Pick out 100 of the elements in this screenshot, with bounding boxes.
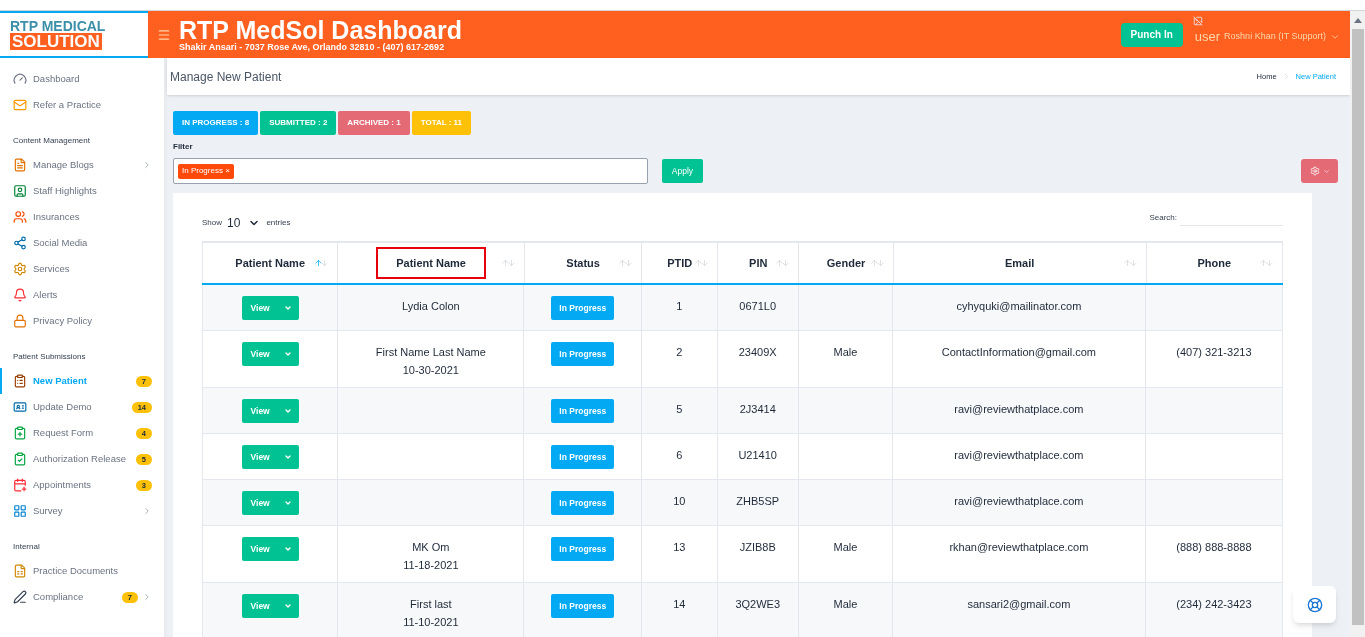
status-badge: In Progress (551, 342, 615, 366)
sort-icon (694, 257, 709, 269)
broken-image-icon (1192, 16, 1203, 26)
table-cell-text: Lydia Colon (402, 299, 460, 314)
menu-icon[interactable] (157, 27, 171, 42)
table-cell-text: (888) 888-8888 (1176, 540, 1252, 555)
column-header[interactable]: Patient Name (202, 243, 338, 283)
clipboard-icon (13, 374, 27, 388)
table-cell-text: U21410 (738, 448, 777, 463)
settings-icon (1309, 166, 1320, 176)
table-cell-text: cyhyquki@mailinator.com (956, 299, 1082, 314)
sort-icon (1122, 257, 1138, 269)
status-badge: In Progress (551, 594, 615, 618)
table-cell-text: Male (833, 345, 858, 360)
sidebar-item[interactable]: Refer a Practice (0, 92, 164, 118)
table-cell-text: First Name Last Name (375, 345, 486, 360)
people-icon (13, 210, 27, 224)
sidebar-item[interactable]: Staff Highlights (0, 178, 164, 204)
section-heading: Patient Submissions (12, 351, 87, 363)
spreadsheet-icon (13, 564, 27, 578)
pen-icon (13, 590, 27, 604)
logo: RTP MEDICAL SOLUTION (0, 11, 148, 58)
table-cell-text: 2J3414 (739, 402, 776, 417)
sidebar-item[interactable]: Practice Documents (0, 558, 164, 584)
settings-dropdown-button[interactable] (1301, 159, 1338, 183)
table-cell-text: sansari2@gmail.com (967, 597, 1071, 612)
sort-icon (314, 257, 330, 269)
page-title: Manage New Patient (170, 68, 282, 86)
grid-icon (13, 504, 27, 518)
sidebar-item[interactable]: Alerts (0, 282, 164, 308)
status-badge: In Progress (551, 537, 615, 561)
column-header[interactable]: PIN (717, 243, 799, 283)
column-header[interactable]: PTID (641, 243, 717, 283)
table-cell-text: First last (410, 597, 452, 612)
sort-icon (775, 257, 791, 269)
life-buoy-icon (1306, 596, 1323, 613)
gear-icon (13, 262, 27, 276)
table-cell-text: 23409X (738, 345, 777, 360)
status-count-badge[interactable]: ARCHIVED : 1 (338, 111, 410, 135)
filter-field[interactable]: In Progress × (173, 158, 648, 184)
share-icon (13, 236, 27, 250)
envelope-icon (13, 98, 27, 112)
table-cell-text: ravi@reviewthatplace.com (954, 448, 1084, 463)
status-badge: In Progress (551, 399, 615, 423)
status-badge: In Progress (551, 296, 615, 320)
status-badge: In Progress (551, 491, 615, 515)
table-cell-text: 13 (673, 540, 686, 555)
calendar-icon (13, 478, 27, 492)
sort-icon (869, 257, 885, 269)
scrollbar[interactable] (1350, 11, 1365, 637)
table-cell-text: 6 (676, 448, 683, 463)
table-cell-text: 11-18-2021 (403, 558, 459, 573)
gauge-icon (13, 72, 27, 86)
column-header[interactable]: Gender (798, 243, 893, 283)
bell-icon (13, 288, 27, 302)
table-cell-text: 3Q2WE3 (735, 597, 780, 612)
sidebar-item[interactable]: Manage Blogs (0, 152, 164, 178)
lock-icon (13, 314, 27, 328)
person-icon (13, 184, 27, 198)
document-icon (13, 158, 27, 172)
column-header[interactable]: Status (523, 243, 642, 283)
table-cell-text: (234) 242-3423 (1176, 597, 1252, 612)
table-cell-text: (407) 321-3213 (1176, 345, 1252, 360)
status-badge: In Progress (551, 445, 615, 469)
section-heading: Content Management (12, 135, 91, 147)
sidebar-item[interactable]: Privacy Policy (0, 308, 164, 334)
caret-icon (283, 350, 292, 358)
filter-tag[interactable]: In Progress × (178, 163, 234, 179)
help-button[interactable] (1293, 586, 1336, 623)
entries-select[interactable]: 10 (227, 214, 261, 232)
clipboard-check-icon (13, 452, 27, 466)
caret-icon (1322, 167, 1330, 175)
search-label: Search: (1149, 212, 1177, 224)
table-cell-text: Male (833, 597, 858, 612)
table-cell-text: 0671L0 (739, 299, 777, 314)
id-card-icon (13, 400, 27, 414)
caret-icon (283, 499, 292, 507)
table-cell-text: MK Om (412, 540, 450, 555)
caret-icon (283, 453, 292, 461)
table-cell-text: Male (833, 540, 858, 555)
table-cell-text: rkhan@reviewthatplace.com (949, 540, 1089, 555)
sidebar-item[interactable]: Social Media (0, 230, 164, 256)
sidebar-item[interactable]: Services (0, 256, 164, 282)
caret-icon (283, 602, 292, 610)
sort-icon (618, 257, 634, 269)
table-cell-text: ravi@reviewthatplace.com (954, 402, 1084, 417)
table-cell-text: 1 (676, 299, 683, 314)
column-header[interactable]: Phone (1145, 243, 1283, 283)
section-heading: Internal (12, 541, 41, 553)
sort-icon (1259, 257, 1274, 269)
column-header[interactable]: Email (892, 243, 1146, 283)
sidebar-item[interactable]: Dashboard (0, 66, 164, 92)
filter-label: Filter (173, 141, 194, 153)
sort-icon (500, 257, 516, 269)
sidebar-item[interactable]: Survey (0, 498, 164, 524)
sidebar-item[interactable]: Insurances (0, 204, 164, 230)
table-cell-text: 10 (673, 494, 686, 509)
table-cell-text: ContactInformation@gmail.com (941, 345, 1096, 360)
caret-icon (283, 304, 292, 312)
clipboard-plus-icon (13, 426, 27, 440)
